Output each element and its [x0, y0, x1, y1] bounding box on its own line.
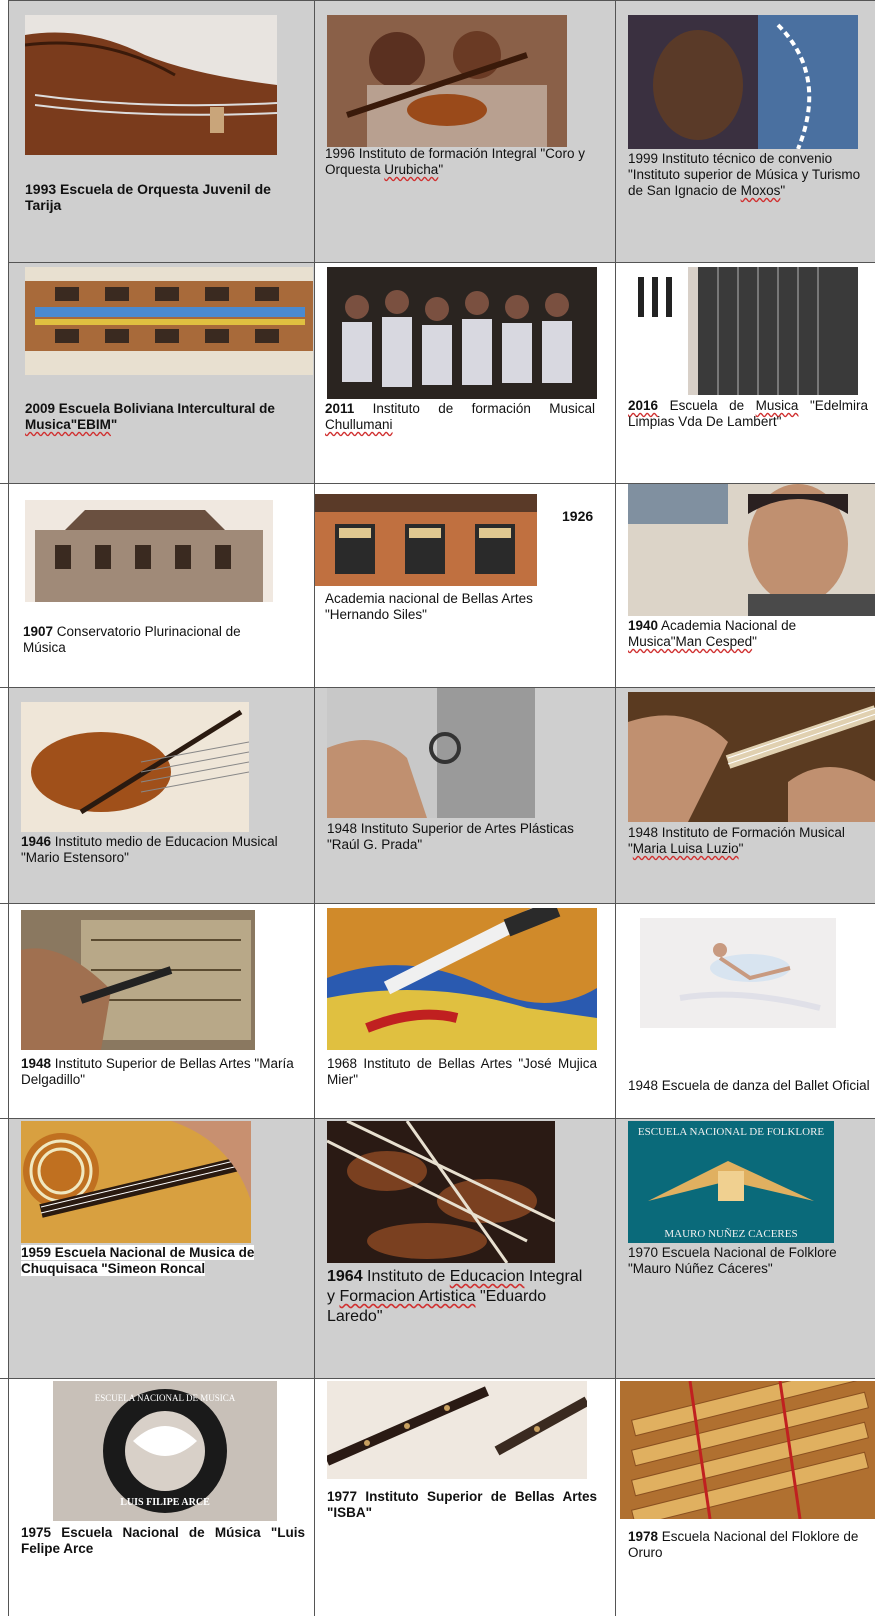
table-cell: 2011 Instituto de formación Musical Chul…: [314, 263, 615, 484]
panpipes-photo: [620, 1381, 875, 1519]
institution-caption: 1975 Escuela Nacional de Música "Luis Fe…: [21, 1525, 305, 1556]
institution-caption: Academia nacional de Bellas Artes "Herna…: [325, 591, 533, 622]
table-row: 2009 Escuela Boliviana Intercultural de …: [8, 262, 875, 484]
table-cell: 1907 Conservatorio Plurinacional de Músi…: [8, 484, 314, 688]
table-cell: 1977 Instituto Superior de Bellas Artes …: [314, 1379, 615, 1616]
table-cell: 1993 Escuela de Orquesta Juvenil de Tari…: [8, 1, 314, 263]
ballerina-photo: [640, 918, 836, 1028]
institution-caption: 1999 Instituto técnico de convenio "Inst…: [628, 151, 861, 198]
institution-caption: 1948 Instituto Superior de Artes Plástic…: [327, 821, 574, 852]
institution-caption: 1993 Escuela de Orquesta Juvenil de Tari…: [25, 181, 271, 213]
table-row: 1907 Conservatorio Plurinacional de Músi…: [0, 483, 875, 688]
institution-caption: 1959 Escuela Nacional de Musica de Chuqu…: [21, 1245, 255, 1276]
school-building-photo: [25, 267, 313, 375]
table-cell: 1996 Instituto de formación Integral "Co…: [314, 1, 615, 263]
institution-caption: 2011 Instituto de formación Musical Chul…: [325, 401, 595, 432]
table-cell: 1946 Instituto medio de Educacion Musica…: [8, 688, 314, 904]
institution-caption: 1907 Conservatorio Plurinacional de Músi…: [23, 624, 241, 655]
table-cell: 1948 Instituto de Formación Musical "Mar…: [615, 688, 875, 904]
table-cell: 1926 Academia nacional de Bellas Artes "…: [314, 484, 615, 688]
academy-building-photo: [315, 494, 537, 586]
institution-caption: 2009 Escuela Boliviana Intercultural de …: [25, 401, 275, 432]
table-cell: 1999 Instituto técnico de convenio "Inst…: [615, 1, 875, 263]
accordion-photo: [628, 267, 858, 395]
music-school-seal: ESCUELA NACIONAL DE MUSICA LUIS FILIPE AR…: [53, 1381, 277, 1521]
paintbrush-photo: [327, 908, 597, 1050]
double-bass-photo: [25, 15, 277, 155]
institutions-table: 1993 Escuela de Orquesta Juvenil de Tari…: [0, 0, 875, 1616]
table-row: ESCUELA NACIONAL DE MUSICA LUIS FILIPE AR…: [0, 1378, 875, 1616]
table-cell: 1940 Academia Nacional de Musica"Man Ces…: [615, 484, 875, 688]
institution-caption: 1948 Escuela de danza del Ballet Oficial: [628, 1078, 870, 1093]
table-row: 1946 Instituto medio de Educacion Musica…: [0, 687, 875, 904]
table-cell: ESCUELA NACIONAL DE MUSICA LUIS FILIPE AR…: [8, 1379, 314, 1616]
sculpting-hand-photo: [327, 688, 535, 818]
year-label: 1926: [562, 508, 594, 524]
engraving-photo: [21, 910, 255, 1050]
table-row: 1993 Escuela de Orquesta Juvenil de Tari…: [8, 0, 875, 263]
institution-caption: 1948 Instituto de Formación Musical "Mar…: [628, 825, 845, 856]
institution-caption: 2016 Escuela de Musica "Edelmira Limpias…: [628, 398, 869, 429]
institution-caption: 1970 Escuela Nacional de Folklore "Mauro…: [628, 1245, 837, 1276]
table-row: 1959 Escuela Nacional de Musica de Chuqu…: [0, 1118, 875, 1379]
table-cell: 2009 Escuela Boliviana Intercultural de …: [8, 263, 314, 484]
table-cell: 1948 Escuela de danza del Ballet Oficial: [615, 904, 875, 1119]
table-cell: ESCUELA NACIONAL DE FOLKLORE MAURO NUÑEZ …: [615, 1119, 875, 1379]
institution-caption: 1977 Instituto Superior de Bellas Artes …: [327, 1489, 597, 1520]
child-portrait-photo: [628, 15, 858, 149]
table-cell: 1948 Instituto Superior de Bellas Artes …: [8, 904, 314, 1119]
institution-caption: 1964 Instituto de Educacion Integral y F…: [327, 1268, 583, 1325]
violin-sheet-photo: [21, 702, 249, 832]
institution-caption: 1978 Escuela Nacional del Floklore de Or…: [628, 1529, 859, 1560]
institution-caption: 1946 Instituto medio de Educacion Musica…: [21, 834, 278, 865]
table-cell: 1959 Escuela Nacional de Musica de Chuqu…: [8, 1119, 314, 1379]
musician-portrait-photo: [628, 484, 875, 616]
svg-text:LUIS FILIPE ARCE: LUIS FILIPE ARCE: [120, 1497, 210, 1508]
table-cell: 1978 Escuela Nacional del Floklore de Or…: [615, 1379, 875, 1616]
guitar-playing-photo: [628, 692, 875, 822]
charango-photo: [21, 1121, 251, 1243]
institution-caption: 1948 Instituto Superior de Bellas Artes …: [21, 1056, 294, 1087]
conservatory-building-photo: [25, 500, 273, 602]
flutes-photo: [327, 1381, 587, 1479]
table-row: 1948 Instituto Superior de Bellas Artes …: [0, 903, 875, 1119]
svg-text:MAURO NUÑEZ CACERES: MAURO NUÑEZ CACERES: [664, 1228, 797, 1240]
folklore-logo: ESCUELA NACIONAL DE FOLKLORE MAURO NUÑEZ …: [628, 1121, 834, 1243]
svg-text:ESCUELA NACIONAL DE MUSICA: ESCUELA NACIONAL DE MUSICA: [95, 1393, 236, 1403]
children-violin-photo: [327, 15, 567, 147]
table-cell: 1968 Instituto de Bellas Artes "José Muj…: [314, 904, 615, 1119]
institution-caption: 1996 Instituto de formación Integral "Co…: [325, 146, 585, 177]
institution-caption: 1940 Academia Nacional de Musica"Man Ces…: [628, 618, 797, 649]
svg-text:ESCUELA NACIONAL DE FOLKLORE: ESCUELA NACIONAL DE FOLKLORE: [638, 1126, 825, 1138]
table-cell: 1964 Instituto de Educacion Integral y F…: [314, 1119, 615, 1379]
table-cell: 1948 Instituto Superior de Artes Plástic…: [314, 688, 615, 904]
table-cell: 2016 Escuela de Musica "Edelmira Limpias…: [615, 263, 875, 484]
children-group-photo: [327, 267, 597, 399]
institution-caption: 1968 Instituto de Bellas Artes "José Muj…: [327, 1056, 597, 1087]
orchestra-photo: [327, 1121, 555, 1263]
